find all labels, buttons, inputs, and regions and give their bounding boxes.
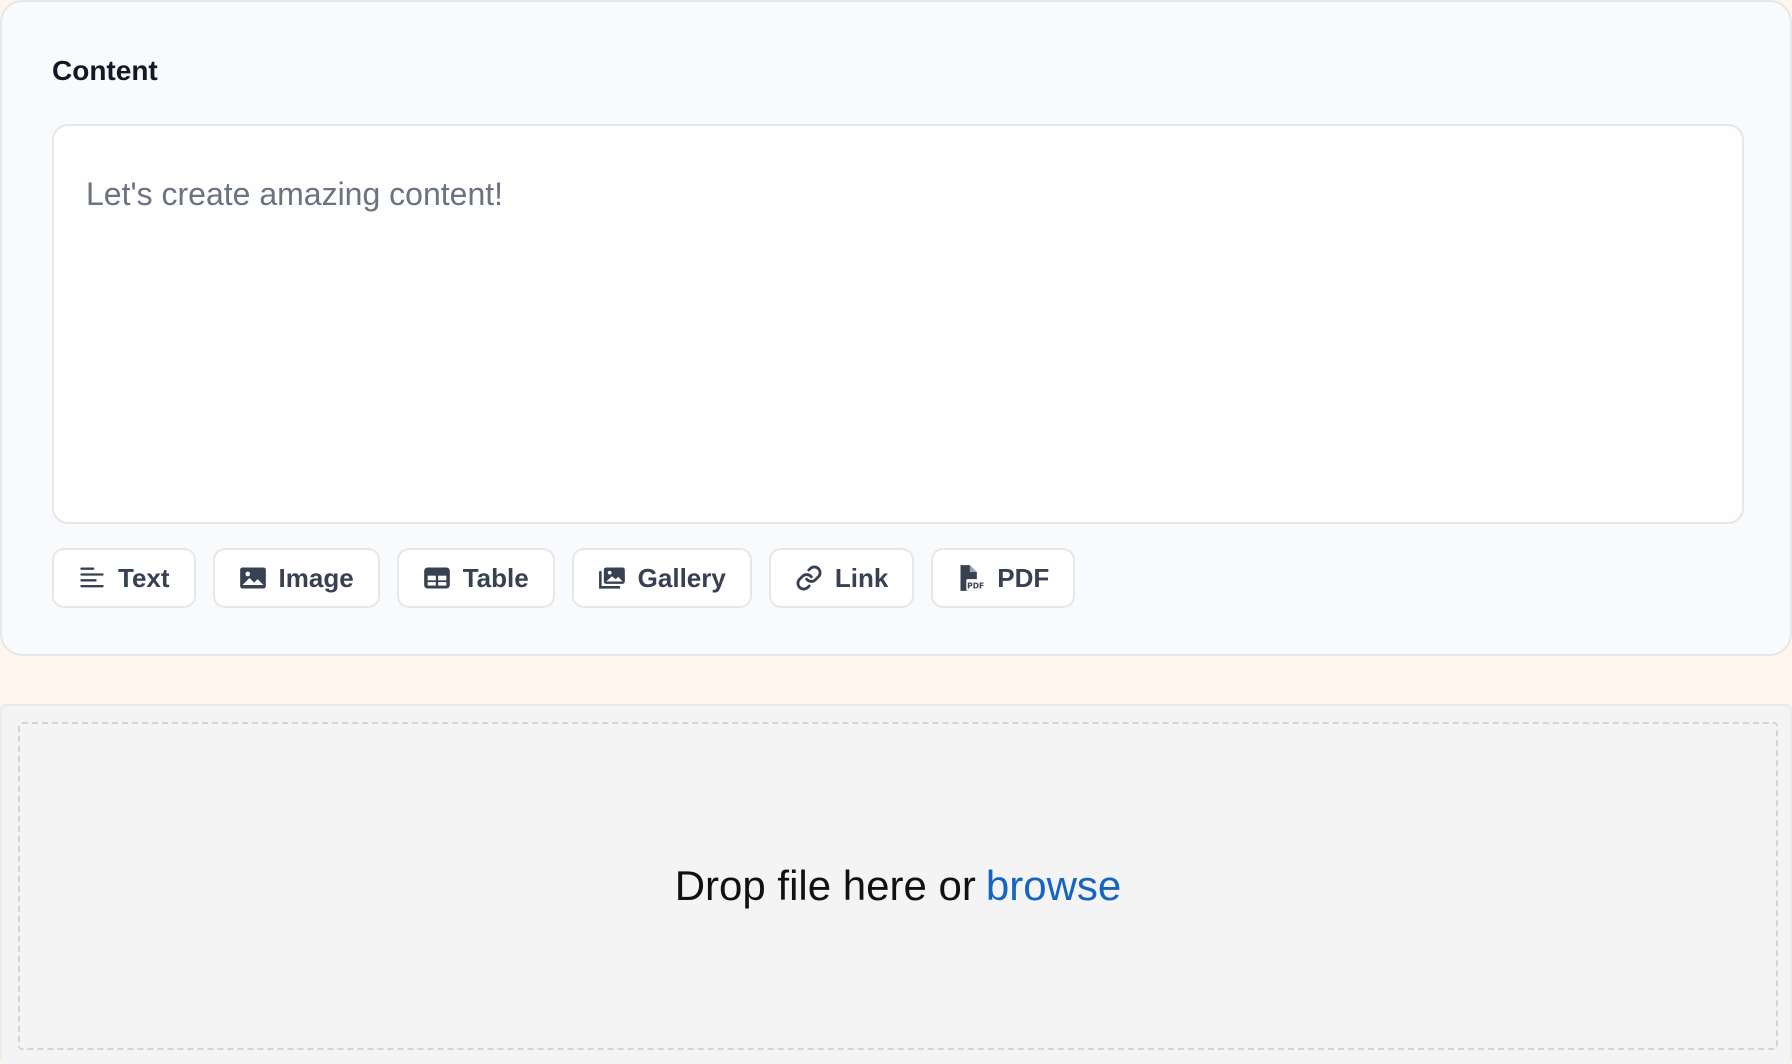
- text-align-icon: [78, 564, 106, 592]
- add-link-button[interactable]: Link: [768, 548, 915, 608]
- add-text-button[interactable]: Text: [52, 548, 196, 608]
- browse-link[interactable]: browse: [986, 862, 1121, 910]
- add-pdf-label: PDF: [997, 562, 1050, 593]
- add-text-label: Text: [118, 562, 170, 593]
- add-gallery-label: Gallery: [637, 562, 726, 593]
- content-editor[interactable]: [52, 124, 1744, 524]
- file-dropzone-container: Drop file here or browse: [0, 704, 1792, 1064]
- pdf-file-icon: PDF: [957, 564, 986, 592]
- table-icon: [423, 564, 451, 592]
- add-pdf-button[interactable]: PDF PDF: [931, 548, 1076, 608]
- content-toolbar: Text Image Table Gallery Link PDF PDF: [52, 548, 1076, 608]
- link-icon: [795, 564, 823, 592]
- add-table-button[interactable]: Table: [396, 548, 555, 608]
- add-gallery-button[interactable]: Gallery: [571, 548, 752, 608]
- svg-text:PDF: PDF: [967, 582, 984, 591]
- add-link-label: Link: [834, 562, 889, 593]
- content-card: Content Text Image: [0, 0, 1792, 656]
- image-icon: [239, 564, 267, 592]
- add-image-label: Image: [278, 562, 354, 593]
- gallery-icon: [598, 564, 626, 592]
- dropzone-text: Drop file here or: [674, 862, 976, 909]
- add-table-label: Table: [462, 562, 529, 593]
- add-image-button[interactable]: Image: [212, 548, 380, 608]
- content-title: Content: [52, 55, 158, 86]
- file-dropzone[interactable]: Drop file here or browse: [18, 722, 1778, 1050]
